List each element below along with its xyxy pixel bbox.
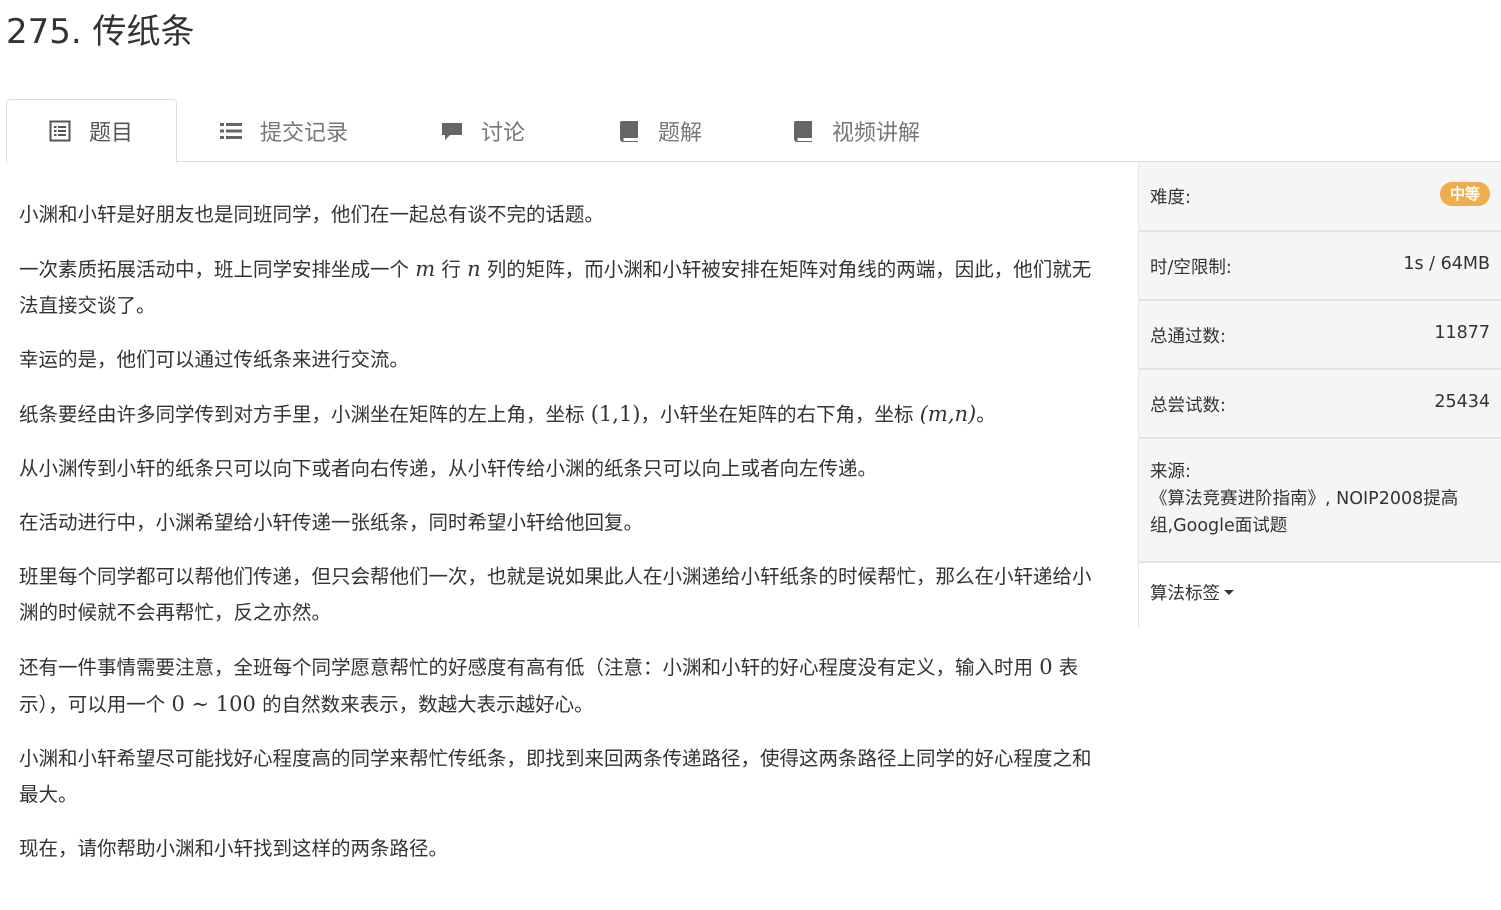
caret-down-icon bbox=[1224, 590, 1234, 595]
book-icon bbox=[618, 120, 640, 142]
passed-label: 总通过数: bbox=[1150, 327, 1226, 347]
list-icon bbox=[220, 120, 242, 142]
page-title: 275. 传纸条 bbox=[6, 12, 195, 52]
book-icon bbox=[792, 120, 814, 142]
tab-discussion[interactable]: 讨论 bbox=[441, 99, 525, 162]
difficulty-badge: 中等 bbox=[1439, 182, 1490, 206]
list-alt-icon bbox=[49, 120, 71, 142]
text: 还有一件事情需要注意，全班每个同学愿意帮忙的好感度有高有低（注意：小渊和小轩的好… bbox=[19, 656, 1034, 679]
text: ，小轩坐在矩阵的右下角，坐标 bbox=[640, 403, 914, 426]
tab-label: 提交记录 bbox=[260, 120, 349, 146]
limit-value: 1s / 64MB bbox=[1403, 254, 1490, 274]
problem-info-panel: 难度: 中等 时/空限制: 1s / 64MB 总通过数: 11877 总尝试数… bbox=[1138, 162, 1501, 628]
math: 0 bbox=[1039, 655, 1053, 679]
tried-row: 总尝试数: 25434 bbox=[1139, 370, 1501, 439]
limit-row: 时/空限制: 1s / 64MB bbox=[1139, 232, 1501, 301]
text: 行 bbox=[441, 258, 461, 281]
source-row: 来源: 《算法竞赛进阶指南》, NOIP2008提高组,Google面试题 bbox=[1139, 439, 1501, 563]
tab-video[interactable]: 视频讲解 bbox=[792, 99, 920, 162]
paragraph: 班里每个同学都可以帮他们传递，但只会帮他们一次，也就是说如果此人在小渊递给小轩纸… bbox=[19, 565, 1092, 624]
tab-label: 题目 bbox=[89, 121, 134, 146]
difficulty-row: 难度: 中等 bbox=[1139, 162, 1501, 232]
algorithm-tags-toggle[interactable]: 算法标签 bbox=[1150, 580, 1234, 605]
tab-submissions[interactable]: 提交记录 bbox=[220, 99, 348, 162]
text: 的自然数来表示，数越大表示越好心。 bbox=[262, 693, 594, 716]
math: n bbox=[467, 257, 481, 281]
math: 0 ∼ 100 bbox=[171, 692, 256, 716]
paragraph: 从小渊传到小轩的纸条只可以向下或者向右传递，从小轩传给小渊的纸条只可以向上或者向… bbox=[19, 457, 878, 480]
math: (m,n) bbox=[919, 402, 977, 426]
difficulty-label: 难度: bbox=[1150, 188, 1191, 208]
limit-label: 时/空限制: bbox=[1150, 258, 1232, 278]
tried-label: 总尝试数: bbox=[1150, 396, 1226, 416]
tab-label: 视频讲解 bbox=[832, 120, 921, 146]
source-label: 来源: bbox=[1150, 462, 1191, 482]
comment-icon bbox=[441, 120, 463, 142]
paragraph: 小渊和小轩希望尽可能找好心程度高的同学来帮忙传纸条，即找到来回两条传递路径，使得… bbox=[19, 747, 1092, 806]
problem-page: 275. 传纸条 题目 提交记录 讨论 题解 视频讲解 小渊和小轩是好朋友也是同… bbox=[0, 0, 1501, 910]
text: 纸条要经由许多同学传到对方手里，小渊坐在矩阵的左上角，坐标 bbox=[19, 403, 585, 426]
math: (1,1) bbox=[590, 402, 641, 426]
tab-label: 讨论 bbox=[481, 120, 526, 146]
text: 一次素质拓展活动中，班上同学安排坐成一个 bbox=[19, 258, 410, 281]
paragraph: 纸条要经由许多同学传到对方手里，小渊坐在矩阵的左上角，坐标 (1,1)，小轩坐在… bbox=[19, 396, 1104, 433]
text: 。 bbox=[976, 403, 996, 426]
paragraph: 幸运的是，他们可以通过传纸条来进行交流。 bbox=[19, 348, 410, 371]
math: m bbox=[415, 257, 436, 281]
tried-value: 25434 bbox=[1434, 392, 1490, 412]
paragraph: 现在，请你帮助小渊和小轩找到这样的两条路径。 bbox=[19, 837, 449, 860]
paragraph: 还有一件事情需要注意，全班每个同学愿意帮忙的好感度有高有低（注意：小渊和小轩的好… bbox=[19, 649, 1104, 723]
paragraph: 在活动进行中，小渊希望给小轩传递一张纸条，同时希望小轩给他回复。 bbox=[19, 511, 644, 534]
tags-label: 算法标签 bbox=[1150, 584, 1220, 604]
source-value[interactable]: 《算法竞赛进阶指南》, NOIP2008提高组,Google面试题 bbox=[1150, 486, 1490, 540]
problem-description: 小渊和小轩是好朋友也是同班同学，他们在一起总有谈不完的话题。 一次素质拓展活动中… bbox=[19, 197, 1104, 885]
passed-value: 11877 bbox=[1434, 323, 1490, 343]
passed-row: 总通过数: 11877 bbox=[1139, 301, 1501, 370]
tab-solutions[interactable]: 题解 bbox=[618, 99, 702, 162]
tab-label: 题解 bbox=[658, 120, 703, 146]
tab-bar: 题目 提交记录 讨论 题解 视频讲解 bbox=[6, 99, 1501, 163]
paragraph: 小渊和小轩是好朋友也是同班同学，他们在一起总有谈不完的话题。 bbox=[19, 203, 605, 226]
tab-problem[interactable]: 题目 bbox=[6, 99, 177, 163]
paragraph: 一次素质拓展活动中，班上同学安排坐成一个 m 行 n 列的矩阵，而小渊和小轩被安… bbox=[19, 251, 1104, 324]
